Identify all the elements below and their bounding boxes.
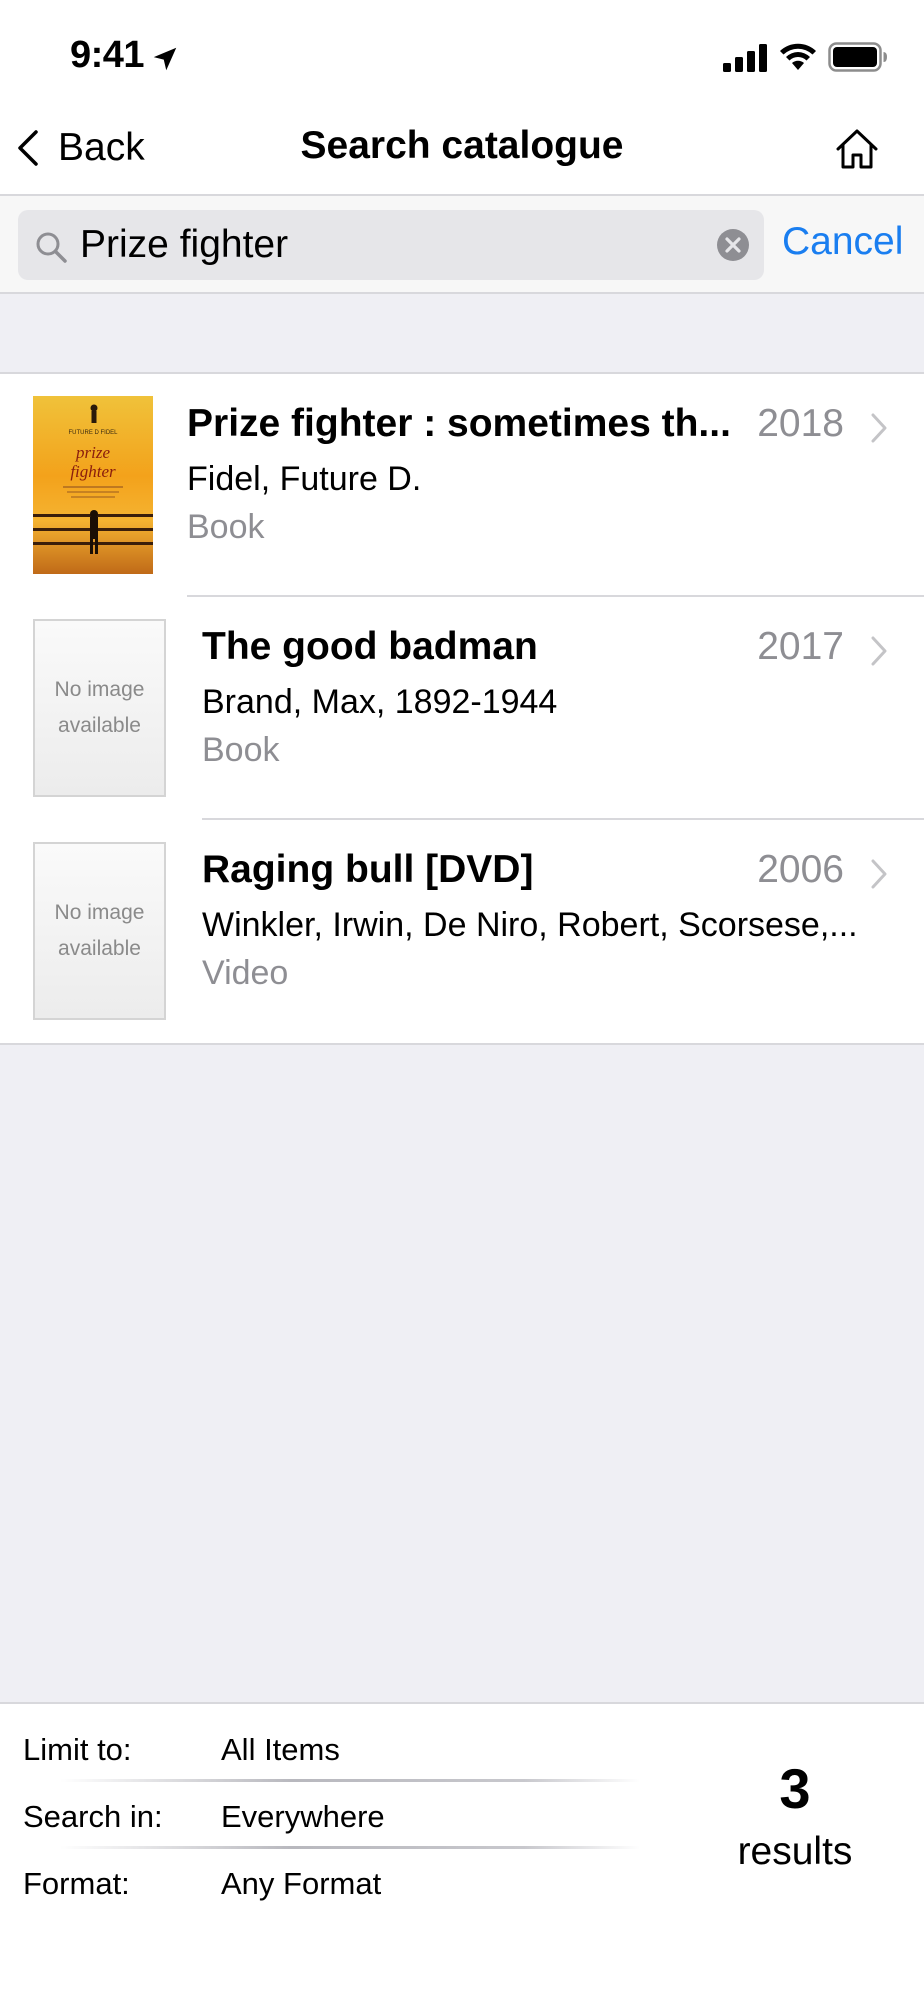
result-format: Video <box>202 954 289 992</box>
chevron-right-icon <box>871 413 887 443</box>
search-filter-panel: Limit to: All Items Search in: Everywher… <box>0 1702 924 2000</box>
result-year: 2017 <box>757 625 844 668</box>
no-image-text-line1: No image <box>54 901 145 924</box>
format-value: Any Format <box>221 1866 382 1901</box>
format-filter[interactable]: Format: Any Format <box>0 1852 640 1918</box>
cover-author-text: FUTURE D FIDEL <box>68 430 118 436</box>
chevron-right-icon <box>871 636 887 666</box>
limit-to-value: All Items <box>221 1732 340 1767</box>
limit-to-label: Limit to: <box>23 1732 132 1767</box>
result-format: Book <box>202 731 280 769</box>
result-row[interactable]: No image available Raging bull [DVD] 200… <box>0 820 924 1043</box>
result-title: Raging bull [DVD] <box>202 848 534 891</box>
no-image-placeholder: No image available <box>33 619 166 797</box>
cancel-button[interactable]: Cancel <box>782 220 903 264</box>
filter-divider <box>60 1846 640 1849</box>
results-label: results <box>737 1830 853 1873</box>
navigation-bar: Back Search catalogue <box>0 100 924 196</box>
battery-icon <box>828 42 887 72</box>
cover-title-line2: fighter <box>70 462 116 481</box>
result-year: 2006 <box>757 848 844 891</box>
book-cover-image: FUTURE D FIDEL prize fighter <box>33 396 153 574</box>
no-image-placeholder: No image available <box>33 842 166 1020</box>
format-label: Format: <box>23 1866 130 1901</box>
chevron-right-icon <box>871 859 887 889</box>
search-field[interactable] <box>18 210 764 280</box>
filter-divider <box>60 1779 640 1782</box>
search-in-label: Search in: <box>23 1799 163 1834</box>
result-format: Book <box>187 508 265 546</box>
no-image-text-line2: available <box>58 714 141 737</box>
search-input[interactable] <box>80 218 700 272</box>
wifi-icon <box>780 43 816 70</box>
status-bar: 9:41 <box>0 0 924 100</box>
result-title: The good badman <box>202 625 538 668</box>
book-cover-art: FUTURE D FIDEL prize fighter <box>33 404 153 554</box>
page-title: Search catalogue <box>300 124 624 167</box>
cover-title-line1: prize <box>75 443 110 462</box>
search-in-filter[interactable]: Search in: Everywhere <box>0 1785 640 1851</box>
result-author: Winkler, Irwin, De Niro, Robert, Scorses… <box>202 906 858 944</box>
status-time: 9:41 <box>70 34 145 76</box>
no-image-text-line2: available <box>58 937 141 960</box>
clear-search-icon[interactable] <box>716 228 750 262</box>
cellular-signal-icon <box>723 44 767 72</box>
results-count: 3 <box>779 1757 811 1820</box>
result-row[interactable]: FUTURE D FIDEL prize fighter Prize fight… <box>0 374 924 597</box>
search-in-value: Everywhere <box>221 1799 385 1834</box>
home-icon[interactable] <box>832 124 882 174</box>
result-author: Fidel, Future D. <box>187 460 422 498</box>
results-list: FUTURE D FIDEL prize fighter Prize fight… <box>0 372 924 1045</box>
location-arrow-icon <box>153 47 177 71</box>
result-title: Prize fighter : sometimes th... <box>187 402 731 445</box>
no-image-text-line1: No image <box>54 678 145 701</box>
search-bar: Cancel <box>0 196 924 294</box>
result-row[interactable]: No image available The good badman 2017 … <box>0 597 924 820</box>
result-author: Brand, Max, 1892-1944 <box>202 683 558 721</box>
result-year: 2018 <box>757 402 844 445</box>
limit-to-filter[interactable]: Limit to: All Items <box>0 1718 640 1784</box>
search-icon <box>36 232 67 263</box>
